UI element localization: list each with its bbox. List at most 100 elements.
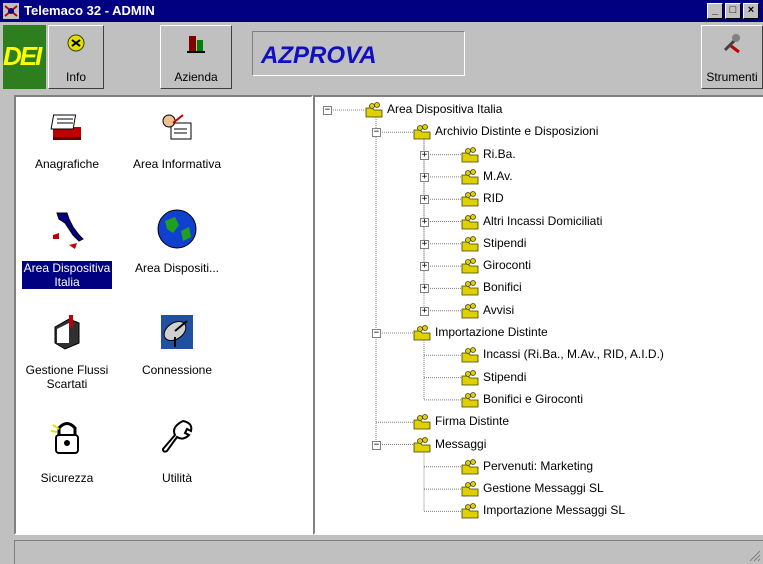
tree-node[interactable]: + Avvisi	[315, 301, 755, 321]
collapse-icon[interactable]: −	[323, 106, 332, 115]
expand-icon[interactable]: +	[420, 217, 429, 227]
tree-node[interactable]: Importazione Messaggi SL	[315, 501, 755, 521]
globe-icon	[157, 209, 197, 249]
azienda-button[interactable]: Azienda	[160, 25, 232, 89]
tree-node[interactable]: Gestione Messaggi SL	[315, 479, 755, 499]
tree-node-label: Incassi (Ri.Ba., M.Av., RID, A.I.D.)	[483, 347, 664, 362]
maximize-button[interactable]: □	[725, 3, 741, 19]
tree-node-label: Avvisi	[483, 302, 515, 317]
tree-node[interactable]: Pervenuti: Marketing	[315, 457, 755, 477]
folder-people-icon	[461, 503, 479, 519]
collapse-icon[interactable]: −	[372, 128, 381, 138]
folder-people-icon	[461, 347, 479, 363]
close-button[interactable]: ×	[743, 3, 759, 19]
tree-node[interactable]: + Giroconti	[315, 256, 755, 276]
minimize-button[interactable]: _	[707, 3, 723, 19]
module-sicurezza[interactable]: Sicurezza	[12, 415, 122, 485]
tree-node-label: Gestione Messaggi SL	[483, 481, 604, 496]
module-gestione-flussi-scartati[interactable]: Gestione Flussi Scartati	[12, 315, 122, 405]
building-icon	[187, 36, 205, 53]
module-anagrafiche[interactable]: Anagrafiche	[12, 105, 122, 185]
expand-icon[interactable]: +	[420, 150, 429, 160]
window-title: Telemaco 32 - ADMIN	[24, 3, 155, 18]
module-area-dispositiva-italia[interactable]: Area Dispositiva Italia	[12, 205, 122, 315]
tree-node[interactable]: + Bonifici	[315, 278, 755, 298]
title-bar: Telemaco 32 - ADMIN _ □ ×	[0, 0, 763, 22]
collapse-icon[interactable]: −	[372, 440, 381, 450]
tree-node[interactable]: Stipendi	[315, 368, 755, 388]
expand-icon[interactable]: +	[420, 284, 429, 294]
tree-node-label: Archivio Distinte e Disposizioni	[435, 124, 599, 139]
folder-people-icon	[461, 191, 479, 207]
tree-node[interactable]: − Messaggi	[315, 435, 755, 455]
company-field: AZPROVA	[252, 31, 465, 76]
tree-node[interactable]: Firma Distinte	[315, 412, 755, 432]
folder-people-icon	[461, 302, 479, 319]
tree-node-label: Importazione Messaggi SL	[483, 503, 626, 518]
tree-node-label: Bonifici e Giroconti	[483, 391, 584, 406]
module-utilita[interactable]: Utilità	[122, 415, 232, 485]
tree-node-label: M.Av.	[483, 168, 513, 183]
module-list-panel: Anagrafiche Area Informativa Area Dispos…	[14, 95, 313, 535]
tree-node[interactable]: + Stipendi	[315, 234, 755, 254]
resize-grip-icon[interactable]	[747, 548, 761, 562]
address-book-icon	[50, 114, 81, 140]
expand-icon[interactable]: +	[420, 239, 429, 249]
tree-node-label: Importazione Distinte	[435, 325, 548, 339]
folder-people-icon	[461, 280, 479, 296]
collapse-icon[interactable]: −	[372, 329, 381, 338]
expand-icon[interactable]: +	[420, 172, 429, 182]
tree-node-label: Ri.Ba.	[483, 146, 516, 161]
folder-people-icon	[413, 124, 431, 140]
module-area-informativa[interactable]: Area Informativa	[122, 105, 232, 195]
info-button[interactable]: Info	[48, 25, 104, 89]
tree-node-label: Stipendi	[483, 369, 527, 384]
dei-logo: DEI	[3, 25, 46, 89]
folder-people-icon	[461, 391, 479, 408]
tree-node[interactable]: Bonifici e Giroconti	[315, 390, 755, 410]
folder-people-icon	[461, 481, 479, 497]
tree-node[interactable]: + Altri Incassi Domiciliati	[315, 212, 755, 232]
tree-node[interactable]: + RID	[315, 189, 755, 209]
tree-node[interactable]: + Ri.Ba.	[315, 145, 755, 165]
app-icon	[3, 3, 19, 19]
tree-node-label: Area Dispositiva Italia	[387, 102, 503, 116]
tree-node-label: Messaggi	[435, 436, 487, 451]
satellite-dish-icon	[161, 315, 193, 349]
tree-node[interactable]: − Importazione Distinte	[315, 323, 755, 343]
tree-node-label: Bonifici	[483, 280, 522, 295]
tree-node[interactable]: Incassi (Ri.Ba., M.Av., RID, A.I.D.)	[315, 345, 755, 365]
tree-node-label: Firma Distinte	[435, 414, 510, 429]
module-area-dispositiva-estero[interactable]: Area Dispositi...	[122, 205, 232, 295]
folder-people-icon	[365, 102, 383, 118]
tree-node-label: Altri Incassi Domiciliati	[483, 213, 603, 228]
tree-node[interactable]: − Archivio Distinte e Disposizioni	[315, 122, 755, 142]
strumenti-button[interactable]: Strumenti	[701, 25, 763, 89]
tools-icon	[723, 34, 740, 54]
mailbox-icon	[54, 315, 80, 350]
folder-people-icon	[461, 146, 479, 162]
info-icon	[67, 34, 85, 52]
padlock-icon	[50, 422, 79, 454]
folder-people-icon	[461, 168, 479, 185]
tree-panel: − Area Dispositiva Italia − Archivio Distin…	[313, 95, 763, 535]
folder-people-icon	[461, 458, 479, 475]
module-connessione[interactable]: Connessione	[122, 315, 232, 405]
expand-icon[interactable]: +	[420, 195, 429, 205]
folder-people-icon	[413, 414, 431, 430]
tree-node-label: Pervenuti: Marketing	[483, 458, 594, 473]
expand-icon[interactable]: +	[420, 262, 429, 272]
folder-people-icon	[413, 436, 431, 452]
italy-map-icon	[53, 212, 84, 249]
writing-hand-icon	[162, 114, 192, 140]
tree-node-label: Stipendi	[483, 235, 527, 250]
expand-icon[interactable]: +	[420, 306, 429, 316]
folder-people-icon	[461, 235, 479, 252]
tree-node[interactable]: − Area Dispositiva Italia	[315, 100, 755, 120]
status-bar	[14, 540, 763, 564]
folder-people-icon	[461, 258, 479, 274]
tree-node[interactable]: + M.Av.	[315, 167, 755, 187]
tree-node-label: Giroconti	[483, 258, 532, 273]
wrench-icon	[161, 419, 193, 453]
tree-node-label: RID	[483, 191, 504, 206]
